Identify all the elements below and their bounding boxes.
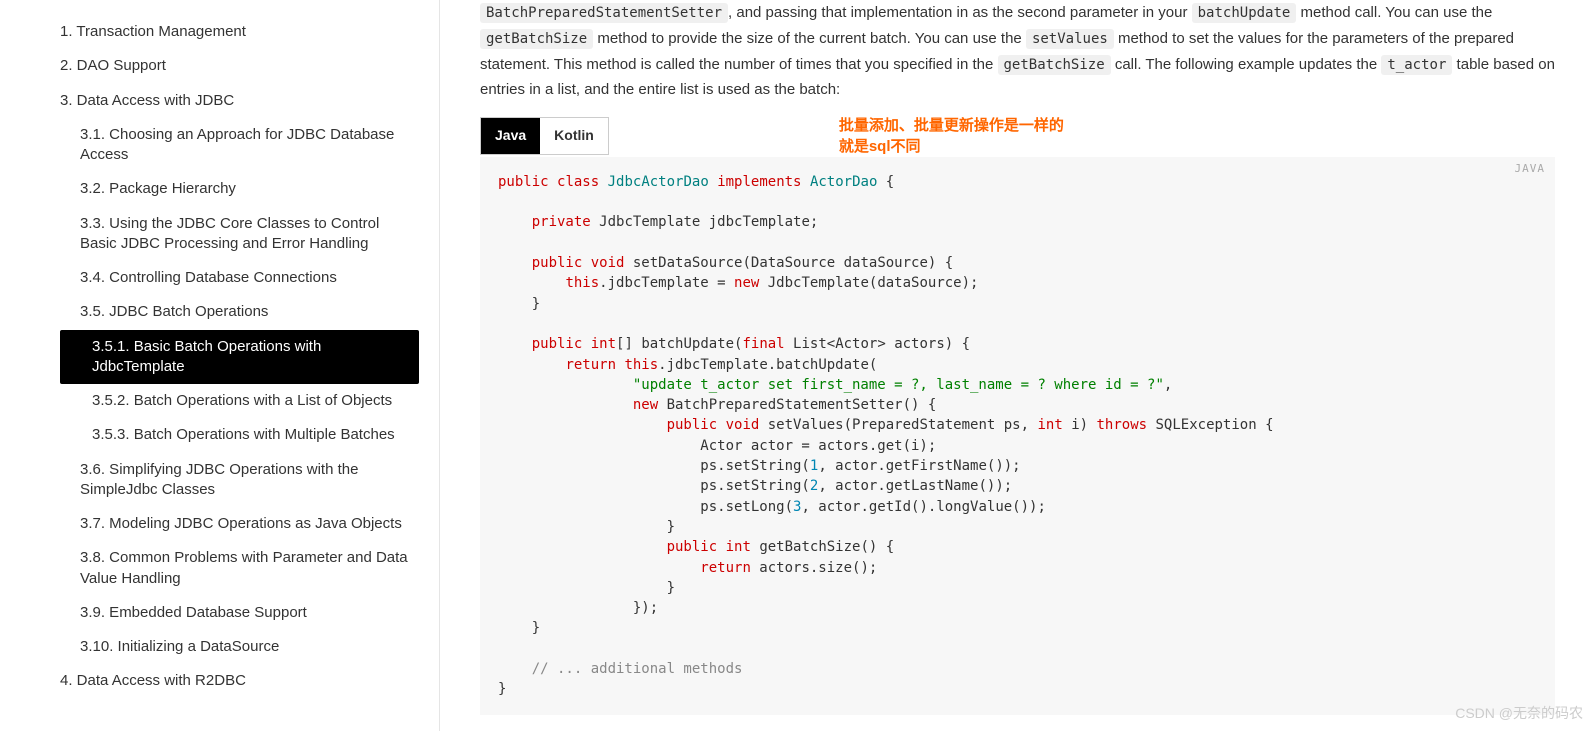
watermark: CSDN @无奈的码农 — [1455, 703, 1583, 723]
tab-kotlin[interactable]: Kotlin — [540, 118, 608, 154]
sidebar-item-6[interactable]: 3.4. Controlling Database Connections — [60, 261, 419, 295]
sidebar-item-8[interactable]: 3.5.1. Basic Batch Operations with JdbcT… — [60, 330, 419, 385]
annotation-text: 批量添加、批量更新操作是一样的 就是sql不同 — [839, 115, 1064, 157]
sidebar-item-11[interactable]: 3.6. Simplifying JDBC Operations with th… — [60, 453, 419, 508]
sidebar-item-4[interactable]: 3.2. Package Hierarchy — [60, 172, 419, 206]
code-inline: BatchPreparedStatementSetter — [480, 3, 728, 23]
sidebar-item-12[interactable]: 3.7. Modeling JDBC Operations as Java Ob… — [60, 507, 419, 541]
code-inline: setValues — [1026, 29, 1114, 49]
sidebar-nav: 1. Transaction Management2. DAO Support3… — [0, 0, 440, 731]
code-lang-label: JAVA — [1515, 161, 1546, 177]
sidebar-item-16[interactable]: 4. Data Access with R2DBC — [60, 664, 419, 698]
code-inline: getBatchSize — [480, 29, 593, 49]
tab-java[interactable]: Java — [481, 118, 540, 154]
main-content: BatchPreparedStatementSetter, and passin… — [440, 0, 1595, 731]
sidebar-item-10[interactable]: 3.5.3. Batch Operations with Multiple Ba… — [60, 418, 419, 452]
sidebar-item-7[interactable]: 3.5. JDBC Batch Operations — [60, 295, 419, 329]
sidebar-item-1[interactable]: 2. DAO Support — [60, 49, 419, 83]
language-tabs: Java Kotlin — [480, 117, 609, 155]
code-inline: batchUpdate — [1192, 3, 1297, 23]
code-inline: t_actor — [1381, 55, 1452, 75]
code-tabs-row: Java Kotlin 批量添加、批量更新操作是一样的 就是sql不同 — [480, 115, 1555, 157]
sidebar-item-0[interactable]: 1. Transaction Management — [60, 15, 419, 49]
code-block: JAVApublic class JdbcActorDao implements… — [480, 157, 1555, 715]
sidebar-item-5[interactable]: 3.3. Using the JDBC Core Classes to Cont… — [60, 207, 419, 262]
sidebar-item-3[interactable]: 3.1. Choosing an Approach for JDBC Datab… — [60, 118, 419, 173]
sidebar-item-13[interactable]: 3.8. Common Problems with Parameter and … — [60, 541, 419, 596]
sidebar-item-15[interactable]: 3.10. Initializing a DataSource — [60, 630, 419, 664]
sidebar-item-14[interactable]: 3.9. Embedded Database Support — [60, 596, 419, 630]
code-inline: getBatchSize — [998, 55, 1111, 75]
sidebar-item-9[interactable]: 3.5.2. Batch Operations with a List of O… — [60, 384, 419, 418]
sidebar-item-2[interactable]: 3. Data Access with JDBC — [60, 84, 419, 118]
intro-paragraph: BatchPreparedStatementSetter, and passin… — [480, 0, 1555, 103]
